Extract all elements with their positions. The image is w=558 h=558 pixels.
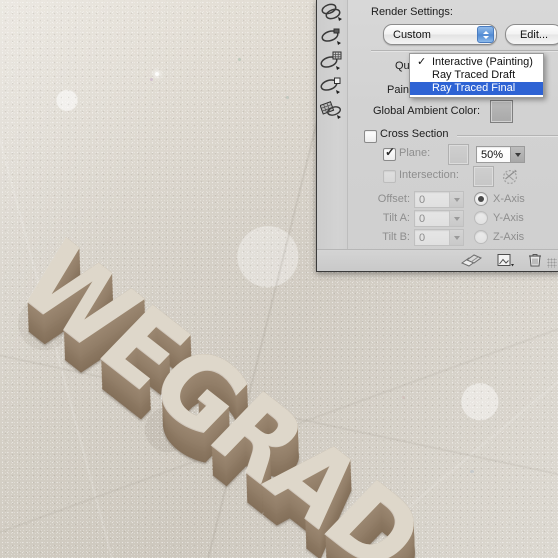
plane-opacity-field[interactable]: 50% — [476, 146, 525, 163]
global-ambient-color-label: Global Ambient Color: — [373, 105, 480, 117]
z-axis-radio[interactable] — [474, 230, 488, 244]
section-divider — [371, 50, 558, 51]
screenshot-stage: WEGRAD WEGRAD Render Settings: Custom Ed… — [0, 0, 558, 558]
tilt-a-label: Tilt A: — [382, 212, 410, 224]
texture-fleck — [155, 72, 159, 76]
cross-section-label: Cross Section — [380, 128, 449, 140]
menu-item-label: Interactive (Painting) — [432, 56, 533, 68]
offset-label: Offset: — [377, 193, 410, 205]
chevron-down-icon[interactable] — [510, 147, 524, 162]
panel-footer — [317, 249, 558, 271]
panel-content: Render Settings: Custom Edit... Quality:… — [347, 0, 558, 271]
3d-render-settings-panel[interactable]: Render Settings: Custom Edit... Quality:… — [316, 0, 558, 272]
plane-color-swatch[interactable] — [448, 144, 469, 165]
texture-fleck — [470, 470, 474, 473]
y-axis-radio[interactable] — [474, 211, 488, 225]
pan-3d-object-tool-icon[interactable] — [319, 50, 345, 74]
3d-tool-rail — [317, 0, 348, 271]
menu-item-interactive-painting[interactable]: ✓ Interactive (Painting) — [410, 56, 543, 69]
global-ambient-color-swatch[interactable] — [490, 100, 513, 123]
intersection-checkbox[interactable] — [383, 170, 396, 183]
scale-3d-object-tool-icon[interactable] — [319, 98, 345, 122]
texture-fleck — [286, 96, 289, 99]
y-axis-label: Y-Axis — [493, 212, 524, 224]
offset-value: 0 — [419, 193, 426, 206]
z-axis-label: Z-Axis — [493, 231, 525, 243]
tilt-b-value: 0 — [419, 231, 426, 244]
cross-section-divider — [457, 135, 558, 136]
tilt-b-field[interactable]: 0 — [414, 229, 464, 246]
checkmark-icon: ✓ — [417, 56, 427, 68]
resize-grip[interactable] — [547, 258, 557, 268]
render-preset-select[interactable]: Custom — [383, 24, 497, 45]
texture-fleck — [150, 78, 153, 81]
intersection-label: Intersection: — [399, 169, 459, 181]
intersection-color-swatch[interactable] — [473, 166, 494, 187]
chevron-updown-icon[interactable] — [477, 26, 494, 43]
texture-fleck — [402, 396, 405, 399]
tilt-b-label: Tilt B: — [382, 231, 410, 243]
chevron-down-icon[interactable] — [449, 211, 463, 226]
delete-button[interactable] — [525, 252, 545, 269]
chevron-down-icon[interactable] — [449, 192, 463, 207]
menu-item-ray-traced-final[interactable]: Ray Traced Final — [410, 82, 543, 95]
texture-fleck — [96, 352, 99, 355]
cross-section-checkbox[interactable] — [364, 130, 377, 143]
roll-3d-object-tool-icon[interactable] — [319, 26, 345, 50]
tilt-a-field[interactable]: 0 — [414, 210, 464, 227]
new-3d-layer-button[interactable] — [495, 252, 517, 269]
toggle-ground-plane-button[interactable] — [459, 252, 485, 269]
plane-checkbox[interactable]: ✓ — [383, 145, 396, 161]
quality-dropdown-menu[interactable]: ✓ Interactive (Painting) Ray Traced Draf… — [409, 53, 544, 98]
edit-button[interactable]: Edit... — [505, 24, 558, 45]
x-axis-label: X-Axis — [493, 193, 525, 205]
flip-cross-section-icon[interactable] — [499, 165, 521, 187]
offset-field[interactable]: 0 — [414, 191, 464, 208]
panel-title: Render Settings: — [371, 6, 453, 18]
render-preset-value: Custom — [393, 28, 431, 41]
tilt-a-value: 0 — [419, 212, 426, 225]
x-axis-radio[interactable] — [474, 192, 488, 206]
menu-item-label: Ray Traced Draft — [432, 69, 516, 81]
chevron-down-icon[interactable] — [449, 230, 463, 245]
radio-dot — [478, 196, 484, 202]
texture-fleck — [238, 58, 241, 61]
plane-label: Plane: — [399, 147, 431, 159]
menu-item-label: Ray Traced Final — [432, 82, 516, 94]
rotate-3d-object-tool-icon[interactable] — [319, 2, 345, 26]
checkmark-icon: ✓ — [385, 145, 396, 159]
slide-3d-object-tool-icon[interactable] — [319, 74, 345, 98]
menu-item-ray-traced-draft[interactable]: Ray Traced Draft — [410, 69, 543, 82]
plane-opacity-value: 50% — [481, 148, 504, 161]
